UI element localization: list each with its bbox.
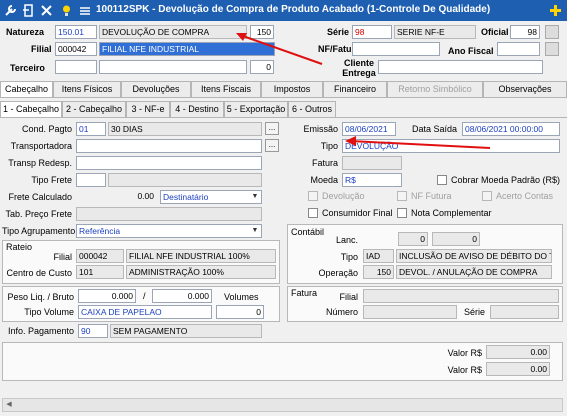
annotation-arrows	[236, 33, 491, 149]
arrowhead-tipo	[345, 136, 356, 146]
arrow-to-tipo	[349, 140, 491, 149]
arrow-to-natureza	[239, 34, 323, 65]
